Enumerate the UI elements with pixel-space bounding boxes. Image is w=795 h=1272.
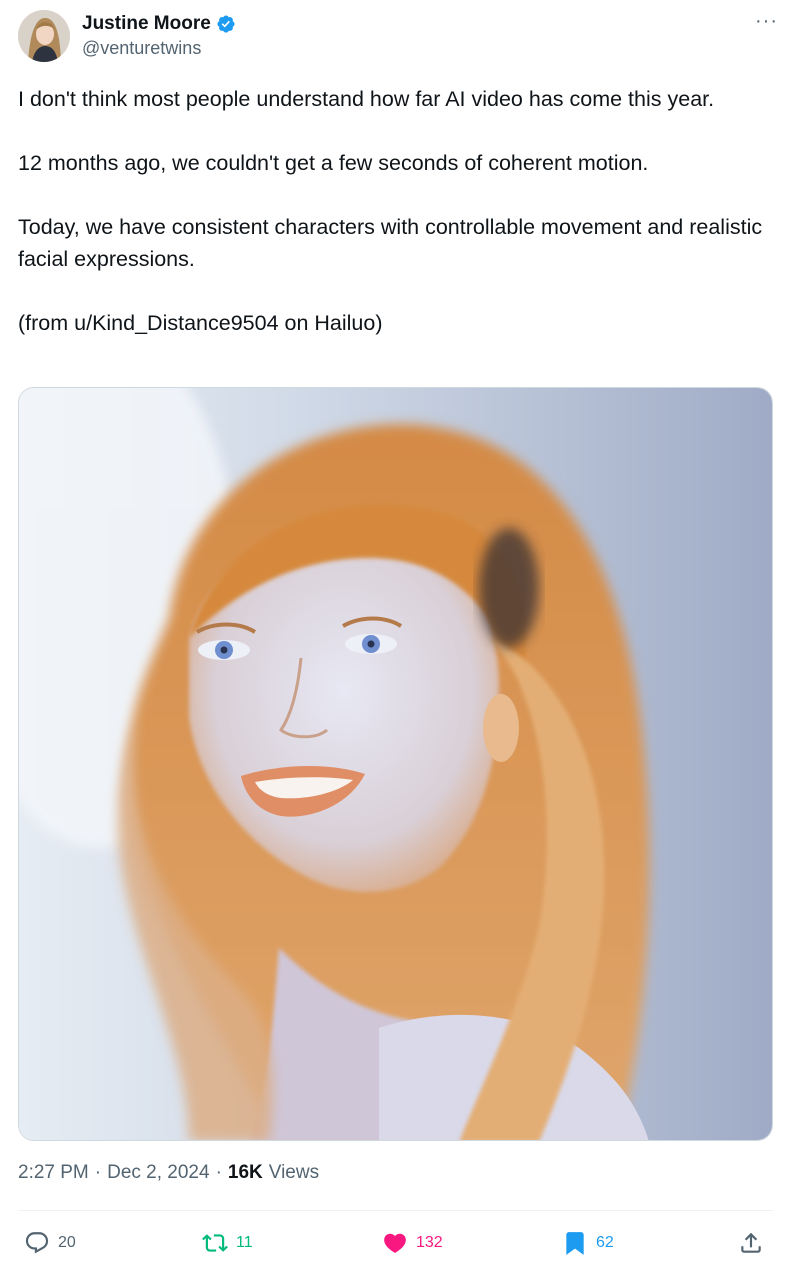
meta-separator: · [94, 1162, 102, 1183]
avatar-photo-icon [18, 10, 70, 62]
author-name-row: Justine Moore [82, 13, 236, 35]
bookmark-count: 62 [596, 1234, 614, 1251]
share-button[interactable] [738, 1226, 764, 1260]
tweet-paragraph: (from u/Kind_Distance9504 on Hailuo) [18, 311, 383, 335]
retweet-icon [202, 1234, 228, 1252]
tweet-paragraph: 12 months ago, we couldn't get a few sec… [18, 151, 649, 175]
tweet-time[interactable]: 2:27 PM [18, 1162, 89, 1184]
tweet-text: I don't think most people understand how… [18, 83, 768, 339]
views-count: 16K [227, 1162, 263, 1183]
reply-count: 20 [58, 1234, 76, 1251]
tweet-paragraph: Today, we have consistent characters wit… [18, 215, 763, 271]
reply-button[interactable]: 20 [24, 1226, 76, 1260]
heart-icon [384, 1233, 406, 1253]
tweet-paragraph: I don't think most people understand how… [18, 87, 715, 111]
bookmark-icon [566, 1232, 584, 1255]
author-name[interactable]: Justine Moore [82, 13, 211, 35]
author-avatar[interactable] [18, 10, 70, 62]
retweet-count: 11 [236, 1234, 253, 1251]
tweet-header: Justine Moore @venturetwins ··· [18, 10, 778, 64]
views-label: Views [268, 1162, 320, 1183]
retweet-button[interactable]: 11 [202, 1226, 253, 1260]
reply-icon [25, 1232, 49, 1254]
share-icon [741, 1232, 761, 1253]
meta-separator: · [215, 1162, 222, 1183]
tweet-media-video[interactable] [18, 387, 773, 1141]
action-bar: 20 11 132 62 [18, 1226, 773, 1260]
more-horizontal-icon[interactable]: ··· [755, 10, 778, 33]
portrait-image-icon [19, 388, 772, 1140]
like-count: 132 [416, 1234, 443, 1251]
bookmark-button[interactable]: 62 [562, 1226, 614, 1260]
like-button[interactable]: 132 [382, 1226, 443, 1260]
tweet-date[interactable]: Dec 2, 2024 [107, 1162, 209, 1184]
author-handle[interactable]: @venturetwins [82, 38, 201, 59]
verified-badge-icon [217, 15, 235, 33]
tweet-meta: 2:27 PM · Dec 2, 2024 · 16K Views [18, 1162, 319, 1184]
divider [18, 1210, 773, 1211]
